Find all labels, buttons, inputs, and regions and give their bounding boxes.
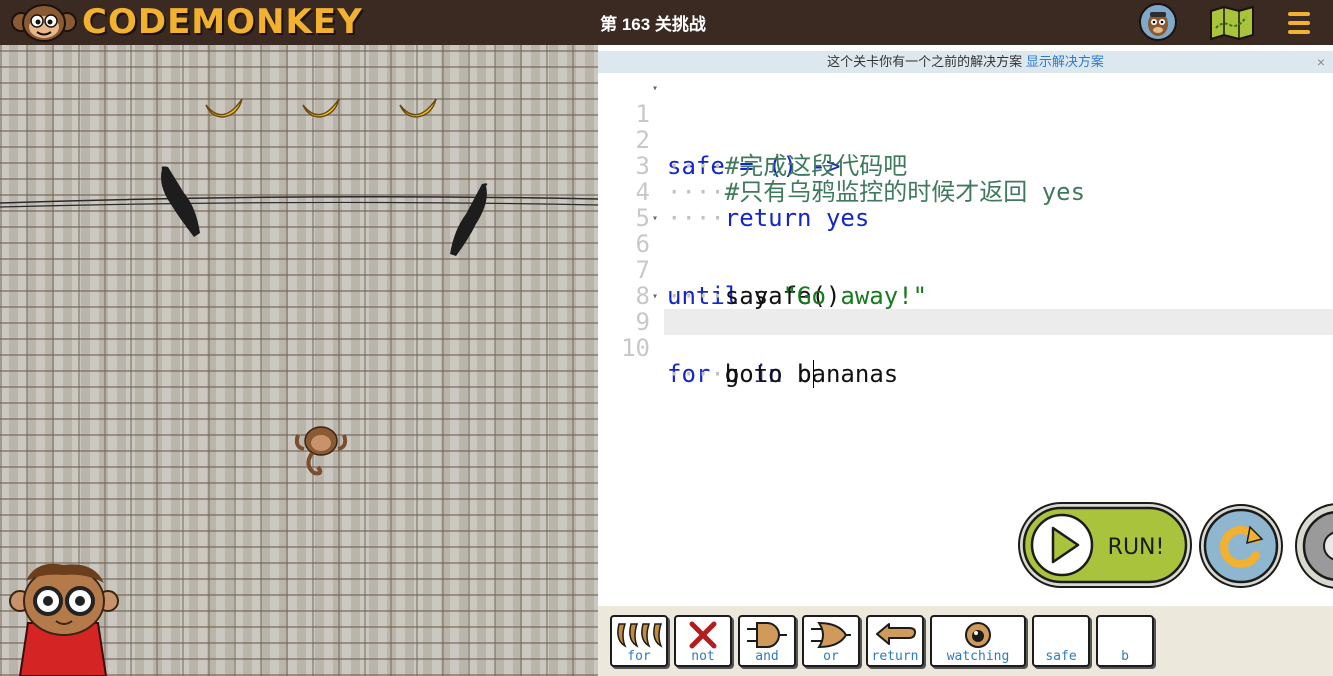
line-number: 9 (635, 308, 650, 336)
fold-arrow-icon[interactable]: ▾ (652, 206, 658, 232)
chip-label: safe (1045, 649, 1077, 664)
chip-label: watching (946, 649, 1010, 664)
and-gate-icon (747, 622, 787, 648)
chip-label: for (627, 649, 651, 664)
code-line[interactable]: 5 (598, 179, 1333, 231)
map-icon[interactable] (1208, 3, 1256, 41)
crow-icon (161, 166, 200, 237)
bananas-icon (617, 623, 663, 648)
solution-notice-bar: 这个关卡你有一个之前的解决方案 显示解决方案 × (598, 51, 1333, 73)
command-toolbox: for not and or return watching safe b (598, 606, 1333, 676)
game-scene (0, 45, 598, 676)
safe-function-chip[interactable]: safe (1032, 615, 1090, 667)
menu-icon[interactable] (1285, 3, 1315, 41)
banana-icon (302, 98, 340, 118)
banana-icon (399, 98, 437, 118)
chip-label: or (823, 649, 839, 664)
chip-label: not (691, 649, 715, 664)
profile-avatar-icon[interactable] (1138, 3, 1178, 41)
reset-button[interactable] (1198, 503, 1284, 589)
code-line[interactable]: 2 ····#完成这段代码吧 (598, 101, 1333, 179)
code-line[interactable]: 6 ▾ until safe() (598, 205, 1333, 309)
banana-icon (205, 98, 243, 118)
monkey-player-icon (294, 426, 348, 476)
code-line[interactable]: 3 ····#只有乌鸦监控的时候才返回 yes (598, 127, 1333, 205)
return-arrow-icon (876, 623, 916, 645)
b-variable-chip[interactable]: b (1096, 615, 1154, 667)
not-x-icon (689, 621, 717, 649)
chip-label: return (871, 649, 919, 664)
code-line[interactable]: 8 (598, 257, 1333, 309)
code-editor[interactable]: 1 ▾ safe = () -> 2 ····#完成这段代码吧 3 ····#只… (598, 75, 1333, 495)
settings-gear-icon[interactable] (1292, 500, 1333, 592)
code-line-active[interactable]: 10 ····goto b (621, 309, 1333, 388)
chip-label: and (755, 649, 779, 664)
or-command-chip[interactable]: or (802, 615, 860, 667)
top-bar: CODEMONKEY 第 163 关挑战 (0, 0, 1333, 45)
guide-character-avatar (9, 563, 119, 676)
not-command-chip[interactable]: not (674, 615, 732, 667)
line-number: 10 (621, 334, 650, 362)
close-notice-button[interactable]: × (1317, 51, 1325, 73)
notice-text: 这个关卡你有一个之前的解决方案 (827, 54, 1023, 69)
code-line[interactable]: 4 ····return yes (598, 153, 1333, 231)
watching-command-chip[interactable]: watching (930, 615, 1026, 667)
fold-arrow-icon[interactable]: ▾ (652, 76, 658, 102)
power-line (0, 196, 598, 208)
chip-label: b (1121, 649, 1129, 664)
for-command-chip[interactable]: for (610, 615, 668, 667)
run-button[interactable]: RUN! (1016, 500, 1194, 590)
eye-icon (965, 622, 991, 648)
run-label: RUN! (1108, 535, 1165, 560)
indent-guide: ···· (667, 360, 725, 388)
code-line[interactable]: 7 ····say "Go away!" (598, 231, 1333, 309)
code-line[interactable]: 9 ▾ for b in bananas (598, 283, 1333, 387)
code-line[interactable]: 1 ▾ safe = () -> (598, 75, 1333, 179)
return-command-chip[interactable]: return (866, 615, 924, 667)
or-gate-icon (811, 621, 851, 649)
and-command-chip[interactable]: and (738, 615, 796, 667)
crow-icon (450, 183, 488, 256)
code-token: goto b (724, 360, 812, 388)
level-title: 第 163 关挑战 (600, 15, 706, 34)
fold-arrow-icon[interactable]: ▾ (652, 284, 658, 310)
text-cursor (812, 360, 814, 388)
show-solution-link[interactable]: 显示解决方案 (1026, 54, 1104, 69)
